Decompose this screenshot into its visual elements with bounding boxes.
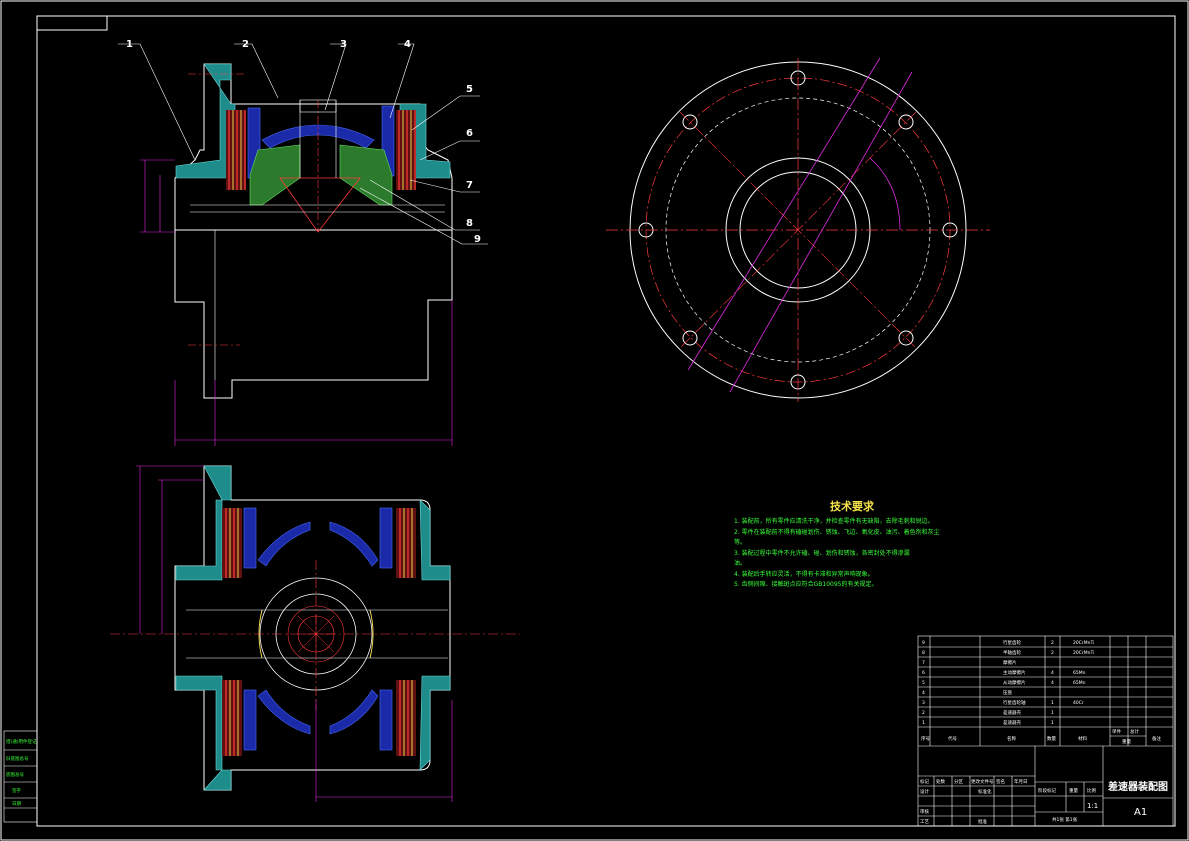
side-label: 日期	[12, 801, 21, 807]
part-row-name: 压盘	[1003, 689, 1012, 696]
mark-label: 更改文件号	[971, 778, 994, 785]
plan-view	[110, 465, 520, 802]
part-row-material: 20CrMnTi	[1073, 650, 1094, 656]
tech-req-line: 1. 装配前，所有零件应清洗干净，并检查零件有无缺陷，去除毛刺和锐边。	[734, 517, 934, 525]
drawing-number-box	[36, 15, 108, 31]
tech-req-line: 油。	[734, 559, 746, 567]
callout-1: 1	[126, 39, 133, 50]
tech-req-line: 等。	[734, 538, 746, 546]
part-row-qty: 2	[1051, 640, 1054, 646]
part-row-material: 40Cr	[1073, 700, 1084, 706]
side-label: 签字	[12, 787, 21, 794]
callout-4: 4	[404, 39, 411, 50]
stage-label: 阶段标记	[1038, 787, 1056, 794]
callout-6: 6	[466, 128, 473, 139]
sheets-label: 共1张 第1张	[1052, 816, 1078, 823]
flange-end-view	[606, 57, 990, 402]
part-row-material: 65Mn	[1073, 670, 1086, 676]
mark-label: 分区	[954, 778, 963, 785]
part-row-no: 3	[922, 700, 925, 706]
part-row-material: 65Mn	[1073, 680, 1086, 686]
weight-label: 重量	[1069, 787, 1078, 794]
technical-requirements: 技术要求 1. 装配前，所有零件应清洗干净，并检查零件有无缺陷，去除毛刺和锐边。…	[734, 499, 940, 588]
mark-label: 处数	[936, 778, 945, 785]
friction-pack-right	[396, 110, 416, 190]
part-row-qty: 1	[1051, 700, 1054, 706]
part-row-no: 6	[922, 670, 925, 676]
header-code: 代号	[948, 735, 957, 742]
callout-3: 3	[340, 39, 347, 50]
tech-req-line: 3. 装配过程中零件不允许磕、碰、划伤和锈蚀，各密封处不得渗漏	[734, 549, 910, 557]
front-section-view	[118, 43, 488, 446]
side-label: 旧底图总号	[6, 755, 29, 762]
mark-label: 签名	[996, 778, 1005, 785]
parts-list: 9 行星齿轮 2 20CrMnTi 8 半轴齿轮 2 20CrMnTi 7 摩擦…	[921, 639, 1161, 745]
part-row-name: 差速器壳	[1003, 709, 1021, 716]
part-row-name: 摩擦片	[1003, 659, 1017, 666]
tech-req-line: 2. 零件在装配前不得有磕碰划伤、锈蚀、飞边、氧化皮、油污、着色剂和灰尘	[734, 528, 940, 536]
callout-9: 9	[474, 234, 481, 245]
part-row-no: 7	[922, 660, 925, 666]
header-unit-weight: 单件	[1112, 728, 1121, 735]
part-row-qty: 1	[1051, 720, 1054, 726]
approval-block: 标记 处数 分区 更改文件号 签名 年月日 设计 标准化 审核 工艺 批准 阶段…	[920, 778, 1168, 825]
friction-pack-left	[226, 110, 246, 190]
process-label: 工艺	[920, 819, 929, 825]
part-row-name: 行星齿轮轴	[1003, 699, 1026, 706]
tech-req-line: 4. 装配后手转应灵活，不得有卡滞和异常声响现象。	[734, 570, 874, 578]
part-row-qty: 1	[1051, 710, 1054, 716]
part-row-no: 5	[922, 680, 925, 686]
standardize-label: 标准化	[978, 788, 992, 795]
part-row-material: 20CrMnTi	[1073, 640, 1094, 646]
scale-label: 比例	[1087, 787, 1096, 794]
callout-7: 7	[466, 180, 473, 191]
side-label: 底图总号	[6, 771, 24, 778]
mark-label: 标记	[920, 778, 929, 785]
tech-req-line: 5. 齿侧间隙、接触斑点应符合GB10095的有关规定。	[734, 580, 878, 588]
approve-label: 批准	[978, 818, 987, 825]
part-row-qty: 4	[1051, 670, 1054, 676]
callout-5: 5	[466, 84, 473, 95]
tech-req-title: 技术要求	[830, 499, 875, 513]
part-row-no: 9	[922, 640, 925, 646]
mark-label: 年月日	[1014, 778, 1028, 785]
part-row-name: 行星齿轮	[1003, 639, 1021, 646]
drawing-title: 差速器装配图	[1108, 780, 1168, 793]
part-row-name: 半轴齿轮	[1003, 649, 1021, 656]
callout-2: 2	[242, 39, 249, 50]
drawing-sheet: 1 2 3 4 5 6 7 8 9 技术要求 1. 装配前，所有零件应清洗干净，…	[0, 0, 1189, 841]
part-row-name: 主动摩擦片	[1003, 669, 1026, 676]
header-total-weight: 总计	[1130, 728, 1139, 735]
header-name: 名称	[1007, 735, 1016, 742]
part-row-no: 4	[922, 690, 925, 696]
header-weight: 重量	[1122, 738, 1131, 745]
part-row-qty: 2	[1051, 650, 1054, 656]
header-qty: 数量	[1047, 735, 1056, 742]
part-row-no: 2	[922, 710, 925, 716]
part-row-qty: 4	[1051, 680, 1054, 686]
header-no: 序号	[921, 735, 930, 742]
header-material: 材料	[1078, 735, 1087, 742]
part-row-no: 1	[922, 720, 925, 726]
header-remarks: 备注	[1152, 735, 1161, 742]
designer-label: 设计	[920, 788, 929, 795]
sheet-size: A1	[1134, 807, 1147, 818]
callout-8: 8	[466, 218, 473, 229]
part-row-name: 差速器壳	[1003, 719, 1021, 726]
side-label: 借(通)用件登记	[6, 738, 37, 745]
checker-label: 审核	[920, 808, 929, 815]
scale-value: 1:1	[1087, 802, 1098, 810]
part-row-name: 从动摩擦片	[1003, 679, 1026, 686]
part-row-no: 8	[922, 650, 925, 656]
